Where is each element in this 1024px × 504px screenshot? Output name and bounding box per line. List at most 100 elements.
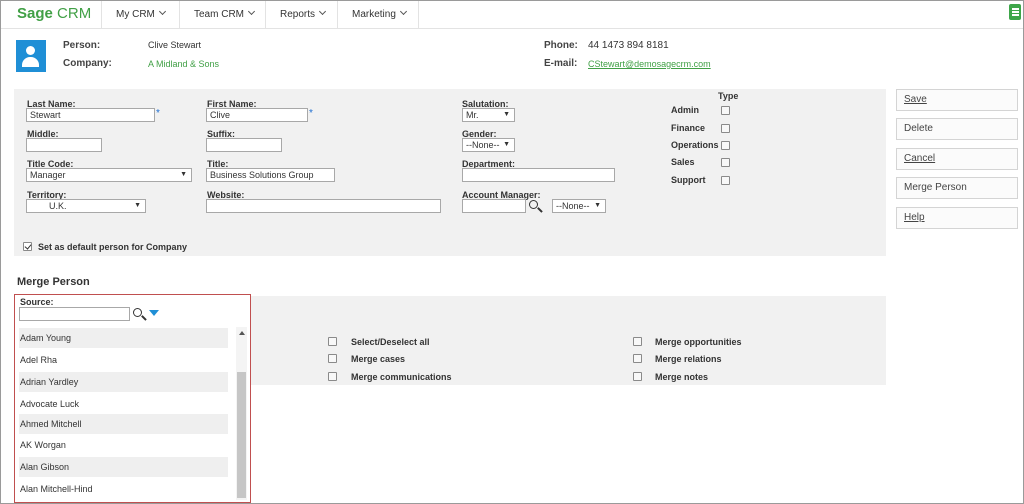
type-operations-checkbox[interactable] (721, 141, 730, 150)
account-manager-select[interactable]: --None-- ▼ (552, 199, 606, 213)
person-avatar-icon (16, 40, 46, 72)
nav-marketing-label: Marketing (352, 9, 396, 20)
list-item[interactable]: Adrian Yardley (19, 372, 228, 392)
list-item[interactable]: Alan Mitchell-Hind (19, 479, 228, 499)
search-icon[interactable] (133, 308, 147, 322)
type-operations-label: Operations (671, 140, 719, 150)
type-header: Type (718, 91, 739, 101)
suffix-input[interactable] (206, 138, 282, 152)
help-button-label: Help (904, 212, 925, 223)
delete-button-label: Delete (904, 123, 933, 134)
title-code-value: Manager (30, 170, 66, 180)
nav-my-crm[interactable]: My CRM (101, 1, 179, 29)
phone-value: 44 1473 894 8181 (588, 40, 669, 51)
chevron-down-icon (318, 7, 327, 16)
territory-value: U.K. (49, 201, 67, 211)
save-button-label: Save (904, 94, 927, 105)
type-sales-label: Sales (671, 157, 695, 167)
default-person-checkbox[interactable] (23, 242, 32, 251)
middle-input[interactable] (26, 138, 102, 152)
email-link[interactable]: CStewart@demosagecrm.com (588, 59, 711, 69)
save-button[interactable]: Save (896, 89, 1018, 111)
merge-opportunities-checkbox[interactable] (633, 337, 642, 346)
search-icon[interactable] (529, 200, 543, 214)
chevron-down-icon (247, 7, 256, 16)
merge-relations-checkbox[interactable] (633, 354, 642, 363)
delete-button[interactable]: Delete (896, 118, 1018, 140)
last-name-input[interactable]: Stewart (26, 108, 155, 122)
chevron-down-icon (158, 7, 166, 16)
type-support-checkbox[interactable] (721, 176, 730, 185)
nav-my-crm-label: My CRM (116, 9, 155, 20)
list-item[interactable]: Adel Rha (19, 350, 228, 370)
dropdown-arrow-icon: ▼ (503, 141, 510, 148)
salutation-value: Mr. (466, 110, 479, 120)
email-label: E-mail: (544, 58, 578, 69)
select-all-label: Select/Deselect all (351, 337, 430, 347)
salutation-select[interactable]: Mr. ▼ (462, 108, 515, 122)
nav-marketing[interactable]: Marketing (337, 1, 419, 29)
type-admin-label: Admin (671, 105, 699, 115)
source-dropdown-toggle-icon[interactable] (149, 310, 159, 316)
first-name-input[interactable]: Clive (206, 108, 308, 122)
department-input[interactable] (462, 168, 615, 182)
merge-communications-checkbox[interactable] (328, 372, 337, 381)
sage-crm-logo[interactable]: Sage CRM (17, 5, 91, 22)
merge-person-title: Merge Person (17, 276, 90, 288)
chevron-down-icon (399, 7, 407, 16)
scrollbar-thumb[interactable] (237, 372, 246, 498)
nav-reports[interactable]: Reports (265, 1, 337, 29)
merge-notes-checkbox[interactable] (633, 372, 642, 381)
dropdown-arrow-icon: ▼ (180, 171, 187, 178)
gender-select[interactable]: --None-- ▼ (462, 138, 515, 152)
required-marker: * (309, 108, 313, 119)
account-manager-select-value: --None-- (556, 201, 590, 211)
website-input[interactable] (206, 199, 441, 213)
default-person-label: Set as default person for Company (38, 242, 188, 252)
person-value: Clive Stewart (148, 40, 202, 50)
company-link[interactable]: A Midland & Sons (148, 59, 219, 69)
territory-select[interactable]: U.K. ▼ (26, 199, 146, 213)
source-list-scrollbar[interactable] (236, 327, 247, 500)
dropdown-arrow-icon: ▼ (503, 111, 510, 118)
merge-notes-label: Merge notes (655, 372, 709, 382)
nav-team-crm[interactable]: Team CRM (179, 1, 265, 29)
cancel-button[interactable]: Cancel (896, 148, 1018, 170)
list-item[interactable]: AK Worgan (19, 435, 228, 455)
logo-brand: Sage (17, 5, 53, 22)
merge-person-button[interactable]: Merge Person (896, 177, 1018, 199)
dropdown-arrow-icon: ▼ (134, 202, 141, 209)
merge-cases-label: Merge cases (351, 354, 406, 364)
required-marker: * (156, 108, 160, 119)
scroll-up-arrow-icon[interactable] (239, 331, 245, 335)
list-item[interactable]: Ahmed Mitchell (19, 414, 228, 434)
type-support-label: Support (671, 175, 706, 185)
phone-label: Phone: (544, 40, 578, 51)
source-input[interactable] (19, 307, 130, 321)
list-item[interactable]: Advocate Luck (19, 394, 228, 414)
title-input[interactable]: Business Solutions Group (206, 168, 335, 182)
merge-relations-label: Merge relations (655, 354, 722, 364)
account-manager-input[interactable] (462, 199, 526, 213)
list-item[interactable]: Alan Gibson (19, 457, 228, 477)
type-finance-checkbox[interactable] (721, 124, 730, 133)
merge-person-button-label: Merge Person (904, 182, 967, 193)
merge-communications-label: Merge communications (351, 372, 452, 382)
type-sales-checkbox[interactable] (721, 158, 730, 167)
cancel-button-label: Cancel (904, 153, 936, 164)
select-all-checkbox[interactable] (328, 337, 337, 346)
dropdown-arrow-icon: ▼ (594, 202, 601, 209)
type-finance-label: Finance (671, 123, 706, 133)
source-label: Source: (20, 297, 54, 307)
merge-cases-checkbox[interactable] (328, 354, 337, 363)
type-admin-checkbox[interactable] (721, 106, 730, 115)
gender-value: --None-- (466, 140, 500, 150)
help-button[interactable]: Help (896, 207, 1018, 229)
notes-icon[interactable] (1009, 4, 1021, 20)
nav-reports-label: Reports (280, 9, 316, 20)
list-item[interactable]: Adam Young (19, 328, 228, 348)
person-label: Person: (63, 40, 101, 51)
company-label: Company: (63, 58, 112, 69)
title-code-select[interactable]: Manager ▼ (26, 168, 192, 182)
nav-team-crm-label: Team CRM (194, 9, 245, 20)
